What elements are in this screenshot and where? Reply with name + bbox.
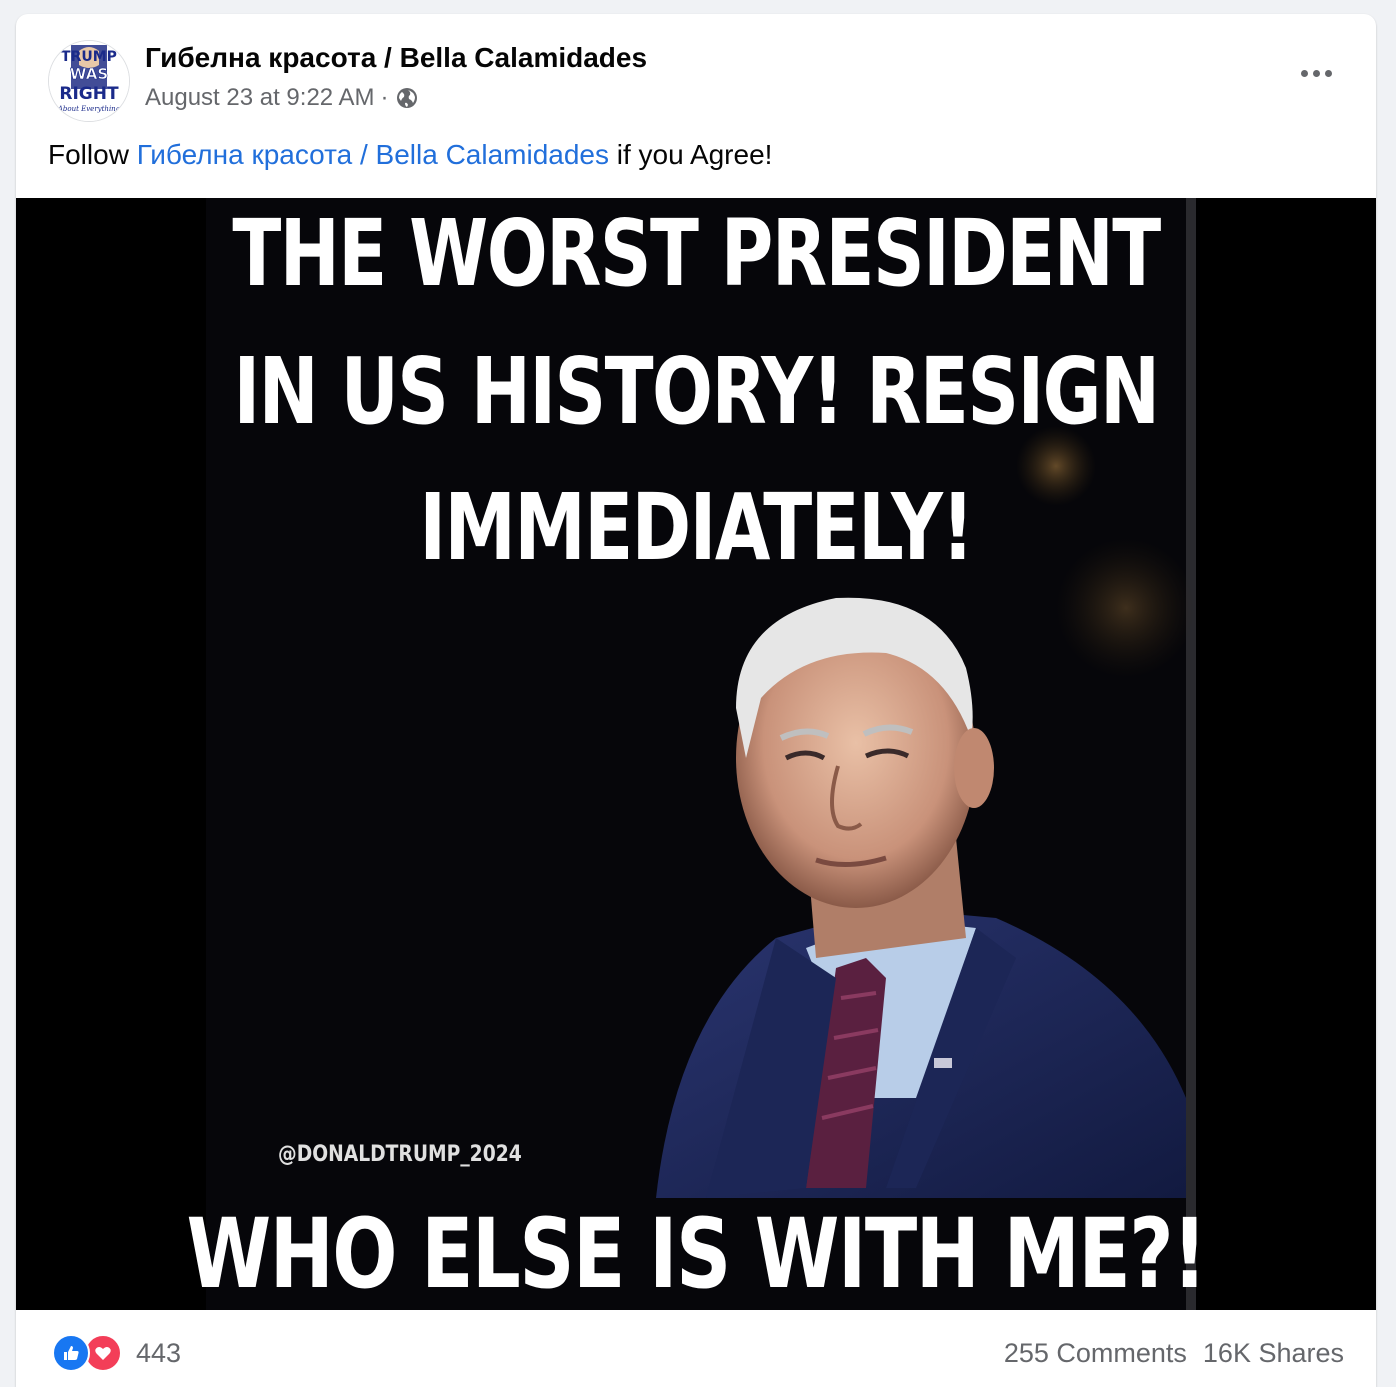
- post-image[interactable]: THE WORST PRESIDENT IN US HISTORY! RESIG…: [16, 198, 1376, 1310]
- more-options-button[interactable]: [1294, 58, 1338, 88]
- meme-watermark: @DONALDTRUMP_2024: [278, 1142, 522, 1167]
- page-name-link[interactable]: Гибелна красота / Bella Calamidades: [145, 42, 647, 74]
- post-meta: August 23 at 9:22 AM ·: [145, 84, 419, 112]
- like-icon: [52, 1334, 90, 1372]
- meme-line-4: WHO ELSE IS WITH ME?!: [186, 1198, 1207, 1310]
- meme-line-1: THE WORST PRESIDENT: [232, 200, 1161, 307]
- caption-page-link[interactable]: Гибелна красота / Bella Calamidades: [137, 139, 609, 170]
- post-footer: 443 255 Comments 16K Shares: [16, 1310, 1376, 1387]
- meme-line-3: IMMEDIATELY!: [419, 474, 974, 581]
- facebook-post: TRUMP WAS RIGHT About Everything Гибелна…: [16, 14, 1376, 1387]
- more-dot: [1324, 69, 1332, 77]
- post-caption: Follow Гибелна красота / Bella Calamidad…: [48, 139, 772, 171]
- avatar-text-2: WAS: [70, 65, 108, 83]
- more-dot: [1300, 69, 1308, 77]
- caption-suffix: if you Agree!: [609, 139, 773, 170]
- caption-prefix: Follow: [48, 139, 137, 170]
- avatar-script-text: About Everything: [57, 105, 121, 113]
- avatar-text-3: RIGHT: [59, 84, 119, 104]
- post-header: TRUMP WAS RIGHT About Everything Гибелна…: [16, 14, 1376, 124]
- more-dot: [1312, 69, 1320, 77]
- comments-count-link[interactable]: 255 Comments: [1004, 1338, 1187, 1369]
- page-avatar[interactable]: TRUMP WAS RIGHT About Everything: [48, 40, 130, 122]
- post-timestamp[interactable]: August 23 at 9:22 AM: [145, 84, 375, 112]
- engagement-stats: 255 Comments 16K Shares: [1004, 1338, 1344, 1369]
- reaction-count: 443: [136, 1337, 182, 1368]
- globe-icon[interactable]: [395, 86, 419, 110]
- reactions-summary[interactable]: 443: [52, 1334, 181, 1372]
- avatar-text-1: TRUMP: [61, 49, 117, 65]
- meme-line-2: IN US HISTORY! RESIGN: [233, 338, 1160, 445]
- shares-count-link[interactable]: 16K Shares: [1203, 1338, 1344, 1369]
- meta-separator: ·: [380, 84, 389, 111]
